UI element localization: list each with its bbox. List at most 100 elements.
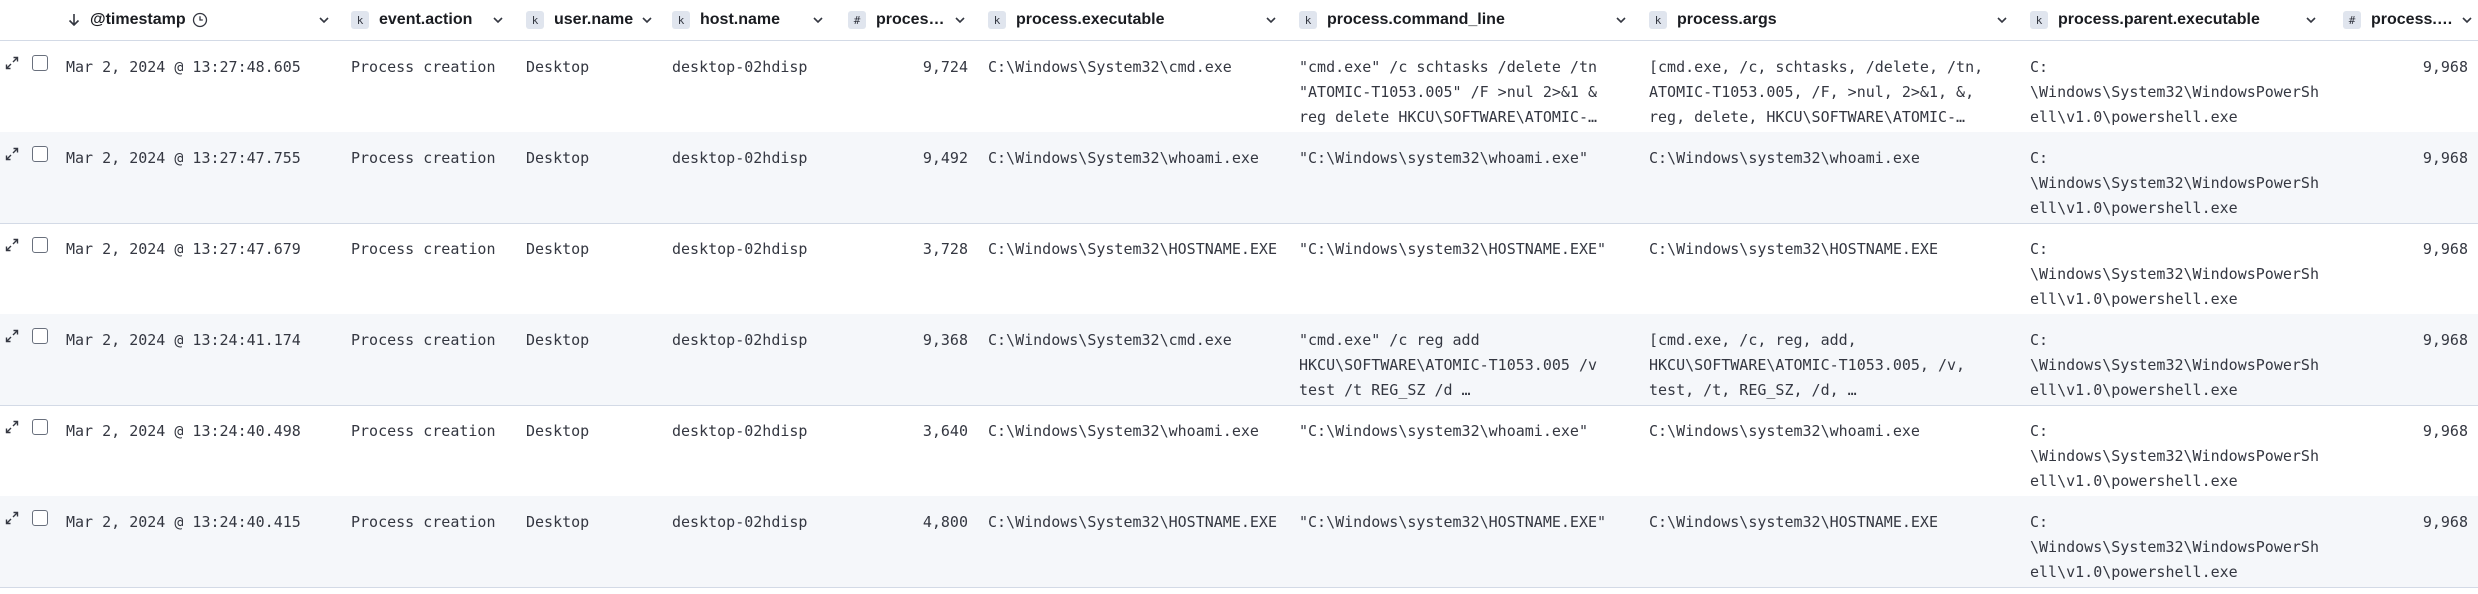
row-select-checkbox[interactable] [32,146,48,162]
chevron-down-icon[interactable] [490,12,506,28]
cell-host-name: desktop-02hdisp [672,331,808,349]
cell-user-name: Desktop [526,58,590,76]
cell-event-action: Process creation [351,149,496,167]
column-label: process.executable [1016,11,1165,28]
column-label: process.parent.executable [2058,11,2260,28]
column-header-process-parent-pid[interactable]: # process.p… [2343,0,2459,40]
keyword-type-icon: k [1299,11,1317,29]
cell-process-parent-executable: C: \Windows\System32\WindowsPowerSh ell\… [2030,422,2319,490]
chevron-down-icon[interactable] [2459,12,2475,28]
expand-icon[interactable] [4,510,20,526]
expand-icon[interactable] [4,237,20,253]
number-type-icon: # [2343,11,2361,29]
expand-icon[interactable] [4,55,20,71]
cell-process-args: [cmd.exe, /c, schtasks, /delete, /tn, AT… [1649,58,1984,126]
clock-icon [192,12,208,28]
column-header-host-name[interactable]: k host.name [672,0,802,40]
cell-process-args: C:\Windows\system32\HOSTNAME.EXE [1649,513,1938,531]
table-row[interactable]: Mar 2, 2024 @ 13:24:41.174 Process creat… [0,314,2478,406]
cell-process-pid: 9,492 [922,149,968,167]
expand-icon[interactable] [4,419,20,435]
column-header-process-args[interactable]: k process.args [1649,0,1949,40]
cell-host-name: desktop-02hdisp [672,58,808,76]
cell-host-name: desktop-02hdisp [672,513,808,531]
cell-process-parent-pid: 9,968 [2422,240,2468,258]
column-label: process.… [876,11,952,28]
cell-process-parent-executable: C: \Windows\System32\WindowsPowerSh ell\… [2030,240,2319,308]
chevron-down-icon[interactable] [639,12,655,28]
expand-icon[interactable] [4,146,20,162]
column-label: process.p… [2371,11,2459,28]
cell-user-name: Desktop [526,331,590,349]
chevron-down-icon[interactable] [1613,12,1629,28]
cell-process-command-line: "C:\Windows\system32\whoami.exe" [1299,149,1588,167]
cell-process-parent-pid: 9,968 [2422,58,2468,76]
cell-process-command-line: "cmd.exe" /c reg add HKCU\SOFTWARE\ATOMI… [1299,331,1598,399]
cell-process-pid: 3,728 [922,240,968,258]
chevron-down-icon[interactable] [1263,12,1279,28]
cell-user-name: Desktop [526,422,590,440]
column-header-process-command-line[interactable]: k process.command_line [1299,0,1599,40]
column-header-timestamp[interactable]: @timestamp [66,0,336,40]
cell-process-parent-executable: C: \Windows\System32\WindowsPowerSh ell\… [2030,513,2319,581]
cell-process-parent-executable: C: \Windows\System32\WindowsPowerSh ell\… [2030,58,2319,126]
cell-timestamp: Mar 2, 2024 @ 13:24:40.415 [66,513,301,531]
chevron-down-icon[interactable] [1994,12,2010,28]
cell-process-command-line: "C:\Windows\system32\HOSTNAME.EXE" [1299,240,1607,258]
column-header-process-parent-executable[interactable]: k process.parent.executable [2030,0,2310,40]
keyword-type-icon: k [1649,11,1667,29]
row-select-checkbox[interactable] [32,328,48,344]
cell-user-name: Desktop [526,513,590,531]
table-row[interactable]: Mar 2, 2024 @ 13:27:47.679 Process creat… [0,223,2478,315]
cell-timestamp: Mar 2, 2024 @ 13:24:41.174 [66,331,301,349]
table-row[interactable]: Mar 2, 2024 @ 13:27:48.605 Process creat… [0,41,2478,133]
table-row[interactable]: Mar 2, 2024 @ 13:24:40.498 Process creat… [0,405,2478,497]
cell-process-command-line: "C:\Windows\system32\whoami.exe" [1299,422,1588,440]
cell-timestamp: Mar 2, 2024 @ 13:27:48.605 [66,58,301,76]
table-row[interactable]: Mar 2, 2024 @ 13:27:47.755 Process creat… [0,132,2478,224]
cell-event-action: Process creation [351,331,496,349]
chevron-down-icon[interactable] [810,12,826,28]
table-header: @timestamp k event.action k user.name k … [0,0,2478,41]
row-select-checkbox[interactable] [32,55,48,71]
cell-process-command-line: "cmd.exe" /c schtasks /delete /tn "ATOMI… [1299,58,1598,126]
cell-process-executable: C:\Windows\System32\whoami.exe [988,149,1259,167]
column-label: process.command_line [1327,11,1505,28]
table-row[interactable]: Mar 2, 2024 @ 13:24:40.415 Process creat… [0,496,2478,588]
column-label: @timestamp [90,11,186,28]
expand-icon[interactable] [4,328,20,344]
cell-user-name: Desktop [526,149,590,167]
cell-process-parent-pid: 9,968 [2422,331,2468,349]
number-type-icon: # [848,11,866,29]
row-select-checkbox[interactable] [32,237,48,253]
cell-host-name: desktop-02hdisp [672,422,808,440]
column-header-process-pid[interactable]: # process.… [848,0,952,40]
cell-host-name: desktop-02hdisp [672,149,808,167]
cell-process-parent-pid: 9,968 [2422,422,2468,440]
cell-process-args: C:\Windows\system32\HOSTNAME.EXE [1649,240,1938,258]
chevron-down-icon[interactable] [2303,12,2319,28]
cell-timestamp: Mar 2, 2024 @ 13:24:40.498 [66,422,301,440]
row-select-checkbox[interactable] [32,510,48,526]
column-header-process-executable[interactable]: k process.executable [988,0,1258,40]
arrow-down-icon[interactable] [66,12,82,28]
cell-process-parent-pid: 9,968 [2422,149,2468,167]
chevron-down-icon[interactable] [952,12,968,28]
column-header-user-name[interactable]: k user.name [526,0,646,40]
cell-event-action: Process creation [351,422,496,440]
cell-host-name: desktop-02hdisp [672,240,808,258]
cell-process-executable: C:\Windows\System32\HOSTNAME.EXE [988,513,1277,531]
chevron-down-icon[interactable] [316,12,332,28]
cell-process-args: C:\Windows\system32\whoami.exe [1649,149,1920,167]
cell-process-args: [cmd.exe, /c, reg, add, HKCU\SOFTWARE\AT… [1649,331,1966,399]
cell-user-name: Desktop [526,240,590,258]
cell-process-executable: C:\Windows\System32\whoami.exe [988,422,1259,440]
row-select-checkbox[interactable] [32,419,48,435]
cell-process-command-line: "C:\Windows\system32\HOSTNAME.EXE" [1299,513,1607,531]
column-label: host.name [700,11,781,28]
cell-event-action: Process creation [351,58,496,76]
column-header-event-action[interactable]: k event.action [351,0,491,40]
cell-process-args: C:\Windows\system32\whoami.exe [1649,422,1920,440]
keyword-type-icon: k [672,11,690,29]
discover-document-table: @timestamp k event.action k user.name k … [0,0,2478,594]
